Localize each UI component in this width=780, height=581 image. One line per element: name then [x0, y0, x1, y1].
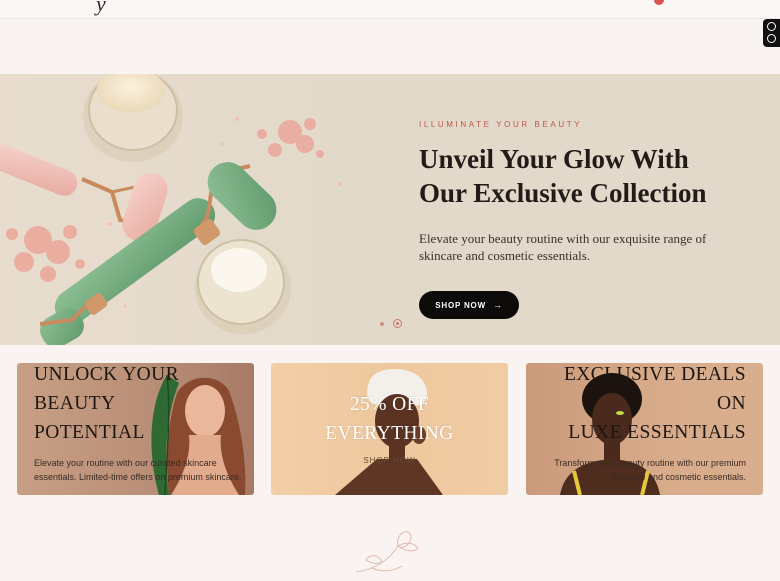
- promo-title: 25% OFF EVERYTHING: [271, 390, 508, 448]
- shop-now-label: SHOP NOW: [435, 300, 486, 310]
- accessibility-widget[interactable]: [763, 19, 780, 47]
- hero-title: Unveil Your Glow With Our Exclusive Coll…: [419, 142, 749, 210]
- settings-icon: [767, 34, 776, 43]
- promo-title-line: UNLOCK YOUR: [34, 364, 180, 385]
- promo-card-discount[interactable]: 25% OFF EVERYTHING SHOP NOW: [271, 363, 508, 495]
- widget-icon: [767, 22, 776, 31]
- promo-title-line: LUXE ESSENTIALS: [568, 422, 746, 443]
- page: y ILLUMINATE YOUR BEAUTY Unveil Your Glo…: [0, 0, 780, 581]
- promo-description: Transform your beauty routine with our p…: [554, 458, 746, 482]
- promo-shop-link[interactable]: SHOP NOW: [271, 456, 508, 465]
- hero-title-line: Our Exclusive Collection: [419, 178, 707, 208]
- hero-title-line: Unveil Your Glow With: [419, 144, 689, 174]
- promo-title-line: EVERYTHING: [325, 423, 454, 444]
- promo-title-line: EXCLUSIVE DEALS: [563, 364, 746, 385]
- promo-description: Elevate your routine with our curated sk…: [34, 458, 242, 482]
- shop-now-button[interactable]: SHOP NOW →: [419, 291, 519, 319]
- hero-eyebrow: ILLUMINATE YOUR BEAUTY: [419, 120, 583, 129]
- promo-card-unlock-beauty[interactable]: UNLOCK YOUR BEAUTY POTENTIAL Elevate you…: [17, 363, 254, 495]
- promo-title-line: 25% OFF: [349, 394, 430, 415]
- promo-title: EXCLUSIVE DEALS ON LUXE ESSENTIALS: [536, 363, 746, 447]
- promo-title-line: POTENTIAL: [34, 422, 145, 443]
- promo-title-line: ON: [717, 393, 746, 414]
- site-logo[interactable]: y: [96, 0, 106, 17]
- hero-banner: ILLUMINATE YOUR BEAUTY Unveil Your Glow …: [0, 74, 780, 345]
- hero-product-image: [0, 74, 342, 345]
- cart-count-badge[interactable]: [654, 0, 664, 5]
- slider-pagination: [380, 319, 402, 328]
- promo-card-exclusive-deals[interactable]: EXCLUSIVE DEALS ON LUXE ESSENTIALS Trans…: [526, 363, 763, 495]
- promo-title-line: BEAUTY: [34, 393, 116, 414]
- flower-divider-icon: [355, 531, 419, 573]
- slider-dot-active[interactable]: [393, 319, 402, 328]
- arrow-right-icon: →: [492, 300, 503, 310]
- hero-description: Elevate your beauty routine with our exq…: [419, 231, 707, 263]
- promo-title: UNLOCK YOUR BEAUTY POTENTIAL: [34, 363, 194, 447]
- slider-dot[interactable]: [380, 321, 384, 326]
- site-header: y: [0, 0, 780, 19]
